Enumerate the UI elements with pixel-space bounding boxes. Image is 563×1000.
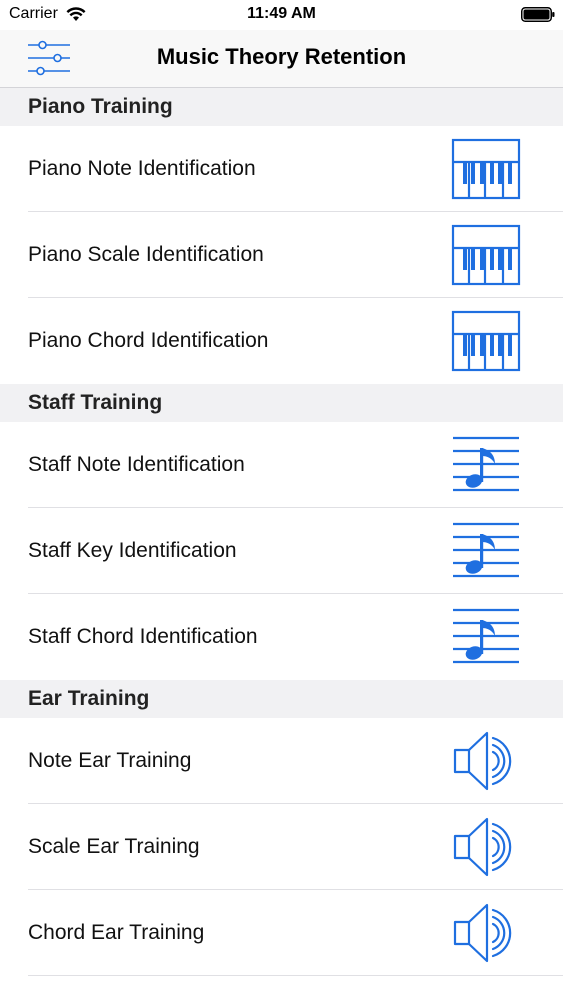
- speaker-icon: [451, 816, 521, 878]
- piano-keyboard-icon: [451, 138, 521, 200]
- row-label: Staff Note Identification: [28, 453, 245, 476]
- section-header-ear: Ear Training: [0, 680, 563, 718]
- piano-keyboard-icon: [451, 310, 521, 372]
- row-label: Chord Ear Training: [28, 921, 205, 944]
- training-list: Piano Training Piano Note Identification…: [0, 88, 563, 976]
- navigation-bar: Music Theory Retention: [0, 30, 563, 88]
- speaker-icon: [451, 902, 521, 964]
- status-time: 11:49 AM: [247, 5, 316, 22]
- music-staff-icon: [451, 434, 521, 496]
- section-header-piano: Piano Training: [0, 88, 563, 126]
- row-piano-chord-identification[interactable]: Piano Chord Identification: [0, 298, 563, 384]
- row-piano-note-identification[interactable]: Piano Note Identification: [0, 126, 563, 212]
- row-label: Piano Note Identification: [28, 157, 256, 180]
- row-label: Staff Chord Identification: [28, 625, 258, 648]
- row-chord-ear-training[interactable]: Chord Ear Training: [0, 890, 563, 976]
- status-bar: Carrier 11:49 AM: [0, 0, 563, 30]
- speaker-icon: [451, 730, 521, 792]
- row-label: Staff Key Identification: [28, 539, 237, 562]
- section-header-staff: Staff Training: [0, 384, 563, 422]
- music-staff-icon: [451, 520, 521, 582]
- row-scale-ear-training[interactable]: Scale Ear Training: [0, 804, 563, 890]
- row-label: Note Ear Training: [28, 749, 192, 772]
- row-label: Scale Ear Training: [28, 835, 200, 858]
- music-staff-icon: [451, 606, 521, 668]
- battery-icon: [521, 7, 555, 22]
- row-label: Piano Scale Identification: [28, 243, 264, 266]
- row-staff-key-identification[interactable]: Staff Key Identification: [0, 508, 563, 594]
- row-label: Piano Chord Identification: [28, 329, 269, 352]
- piano-keyboard-icon: [451, 224, 521, 286]
- row-note-ear-training[interactable]: Note Ear Training: [0, 718, 563, 804]
- app-screen: Carrier 11:49 AM Music Theory Retention …: [0, 0, 563, 1000]
- row-staff-chord-identification[interactable]: Staff Chord Identification: [0, 594, 563, 680]
- row-piano-scale-identification[interactable]: Piano Scale Identification: [0, 212, 563, 298]
- page-title: Music Theory Retention: [156, 44, 407, 69]
- row-staff-note-identification[interactable]: Staff Note Identification: [0, 422, 563, 508]
